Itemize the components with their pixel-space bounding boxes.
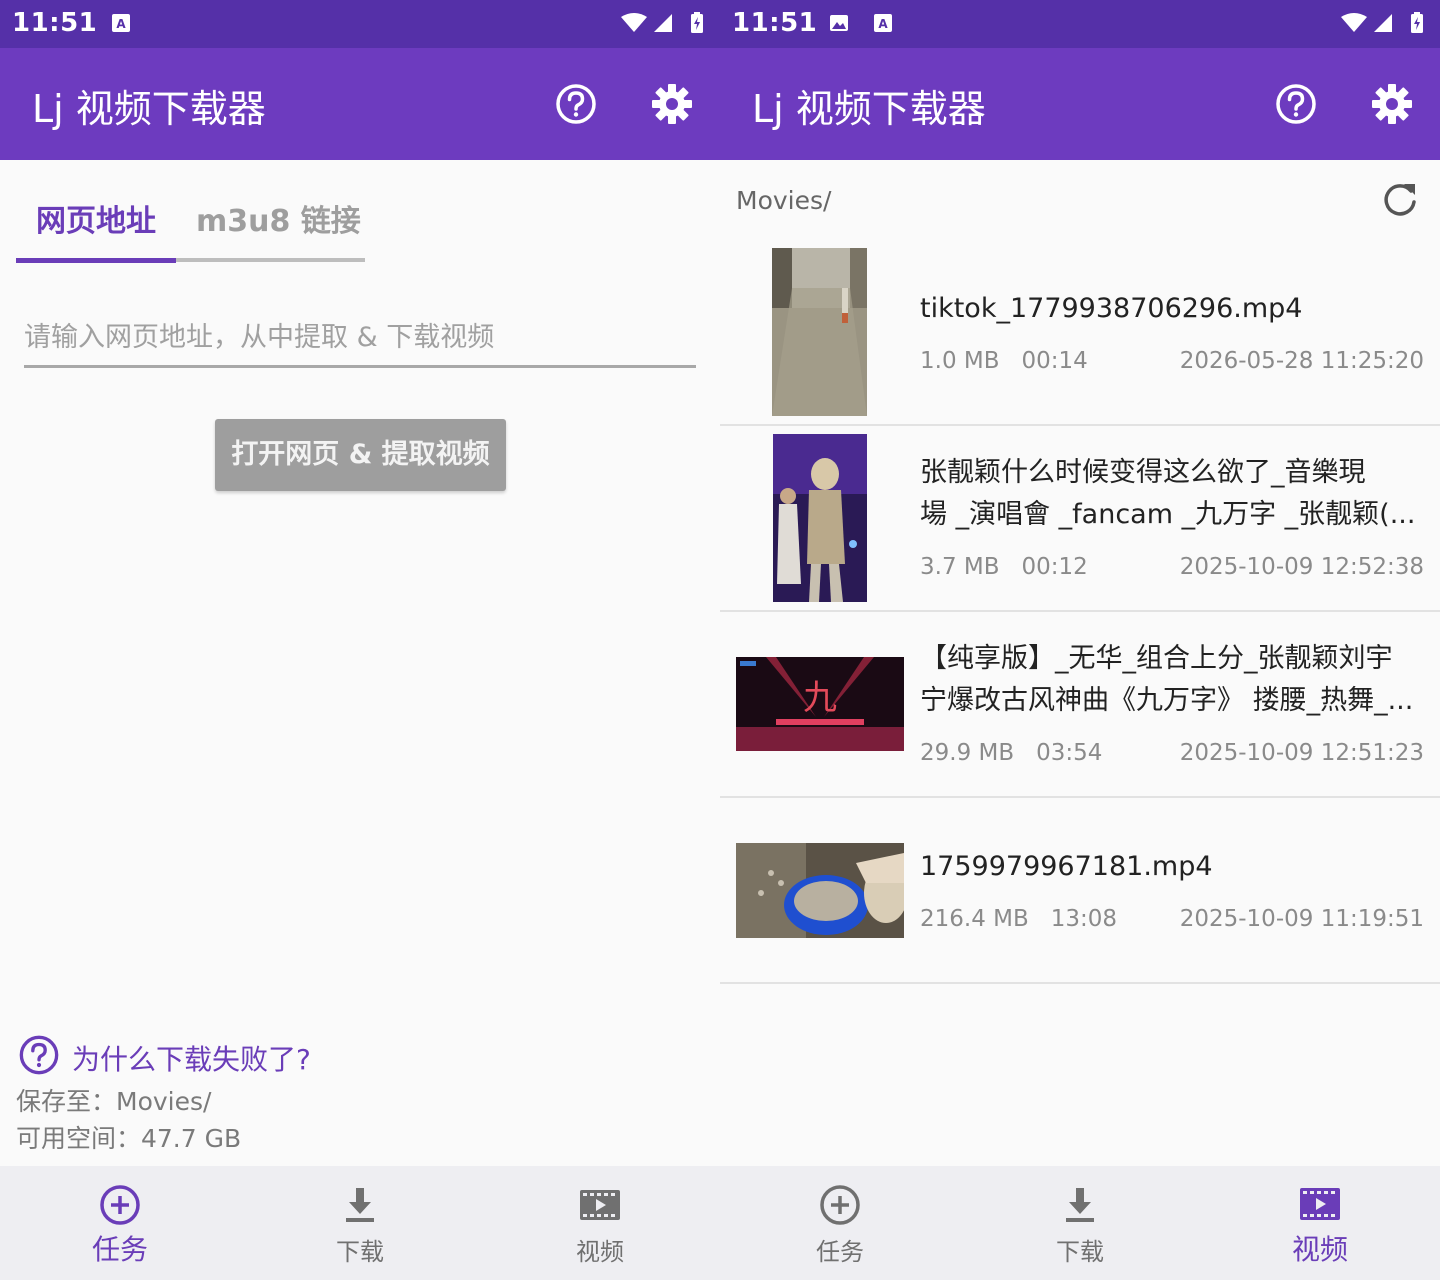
video-list-screen: 11:51 A Lj 视频下载器 Movies/ tiktok_17799387… [720, 0, 1440, 1280]
video-list-item[interactable]: 九 【纯享版】_无华_组合上分_张靓颖刘宇 宁爆改古风神曲《九万字》 搂腰_热舞… [720, 612, 1440, 798]
video-list-item[interactable]: 1759979967181.mp4 216.4 MB 13:08 2025-10… [720, 798, 1440, 984]
bottom-navigation: 任务 下载 视频 [0, 1166, 720, 1280]
nav-tasks[interactable]: 任务 [0, 1166, 240, 1280]
video-title: 【纯享版】_无华_组合上分_张靓颖刘宇 [920, 643, 1393, 674]
video-size-duration: 216.4 MB 13:08 [920, 906, 1117, 932]
app-title: Lj 视频下载器 [32, 87, 266, 131]
wifi-icon [620, 12, 648, 34]
video-size-duration: 3.7 MB 00:12 [920, 554, 1088, 580]
video-thumbnail: 九 [736, 657, 904, 751]
folder-path: Movies/ [736, 186, 832, 215]
help-link-label: 为什么下载失败了? [72, 1043, 311, 1076]
tab-indicator [16, 258, 176, 263]
keyboard-notification-icon: A [110, 12, 132, 34]
status-bar: 11:51 A [720, 0, 1440, 48]
video-duration: 03:54 [1036, 740, 1103, 766]
video-duration: 00:12 [1021, 554, 1088, 580]
svg-text:A: A [878, 17, 888, 31]
video-title-line2: 場 _演唱會 _fancam _九万字 _张靓颖(... [920, 499, 1416, 530]
nav-tasks-label: 任务 [816, 1238, 864, 1266]
nav-downloads-label: 下载 [336, 1238, 384, 1266]
image-notification-icon [828, 12, 850, 34]
video-thumbnail [772, 248, 867, 416]
gear-icon[interactable] [1370, 82, 1414, 126]
video-date: 2026-05-28 11:25:20 [1179, 348, 1424, 374]
nav-videos-label: 视频 [576, 1238, 624, 1266]
download-icon [1058, 1184, 1102, 1226]
video-title: 张靓颖什么时候变得这么欲了_音樂現 [920, 457, 1366, 488]
help-circle-icon[interactable] [554, 82, 598, 126]
status-time: 11:51 [12, 8, 98, 38]
app-bar: Lj 视频下载器 [0, 48, 720, 160]
tab-m3u8-link[interactable]: m3u8 链接 [196, 196, 361, 240]
video-duration: 00:14 [1021, 348, 1088, 374]
video-size-duration: 29.9 MB 03:54 [920, 740, 1102, 766]
battery-icon [1410, 12, 1424, 34]
app-bar: Lj 视频下载器 [720, 48, 1440, 160]
signal-icon [1372, 12, 1394, 34]
video-list-item[interactable]: 张靓颖什么时候变得这么欲了_音樂現 場 _演唱會 _fancam _九万字 _张… [720, 426, 1440, 612]
nav-downloads-label: 下载 [1056, 1238, 1104, 1266]
url-input[interactable] [24, 318, 696, 368]
task-screen: 11:51 A Lj 视频下载器 网页地址 m3u8 链接 打开网页 & 提取视… [0, 0, 720, 1280]
nav-videos-label: 视频 [1291, 1233, 1348, 1266]
wifi-icon [1340, 12, 1368, 34]
video-title: tiktok_1779938706296.mp4 [920, 293, 1303, 324]
battery-icon [690, 12, 704, 34]
svg-text:A: A [116, 17, 126, 31]
save-location-text: 保存至：Movies/ [16, 1087, 212, 1116]
video-size: 3.7 MB [920, 554, 1000, 580]
download-icon [338, 1184, 382, 1226]
status-bar: 11:51 A [0, 0, 720, 48]
add-circle-icon [98, 1184, 142, 1226]
tab-web-url[interactable]: 网页地址 [36, 196, 156, 240]
video-date: 2025-10-09 12:52:38 [1179, 554, 1424, 580]
video-title: 1759979967181.mp4 [920, 851, 1213, 882]
video-size: 1.0 MB [920, 348, 1000, 374]
video-date: 2025-10-09 11:19:51 [1179, 906, 1424, 932]
signal-icon [652, 12, 674, 34]
video-film-icon [578, 1184, 622, 1226]
source-tabs: 网页地址 m3u8 链接 [16, 180, 366, 264]
nav-tasks-label: 任务 [91, 1233, 148, 1266]
video-thumbnail [736, 843, 904, 938]
open-page-extract-button[interactable]: 打开网页 & 提取视频 [215, 419, 506, 491]
nav-tasks[interactable]: 任务 [720, 1166, 960, 1280]
svg-text:九: 九 [803, 678, 837, 718]
help-circle-icon [18, 1034, 60, 1076]
divider [720, 982, 1440, 984]
video-list-item[interactable]: tiktok_1779938706296.mp4 1.0 MB 00:14 20… [720, 240, 1440, 426]
bottom-navigation: 任务 下载 视频 [720, 1166, 1440, 1280]
help-circle-icon[interactable] [1274, 82, 1318, 126]
video-film-icon [1298, 1184, 1342, 1226]
free-space-text: 可用空间：47.7 GB [16, 1124, 242, 1153]
keyboard-notification-icon: A [872, 12, 894, 34]
video-size: 29.9 MB [920, 740, 1015, 766]
nav-videos[interactable]: 视频 [480, 1166, 720, 1280]
status-time: 11:51 [732, 8, 818, 38]
video-size-duration: 1.0 MB 00:14 [920, 348, 1088, 374]
nav-downloads[interactable]: 下载 [960, 1166, 1200, 1280]
video-size: 216.4 MB [920, 906, 1029, 932]
video-thumbnail [773, 434, 867, 602]
nav-videos[interactable]: 视频 [1200, 1166, 1440, 1280]
nav-downloads[interactable]: 下载 [240, 1166, 480, 1280]
video-title-line2: 宁爆改古风神曲《九万字》 搂腰_热舞_... [920, 685, 1414, 716]
app-title: Lj 视频下载器 [752, 87, 986, 131]
gear-icon[interactable] [650, 82, 694, 126]
refresh-icon[interactable] [1380, 180, 1420, 220]
video-duration: 13:08 [1050, 906, 1118, 932]
video-date: 2025-10-09 12:51:23 [1179, 740, 1424, 766]
add-circle-icon [818, 1184, 862, 1226]
